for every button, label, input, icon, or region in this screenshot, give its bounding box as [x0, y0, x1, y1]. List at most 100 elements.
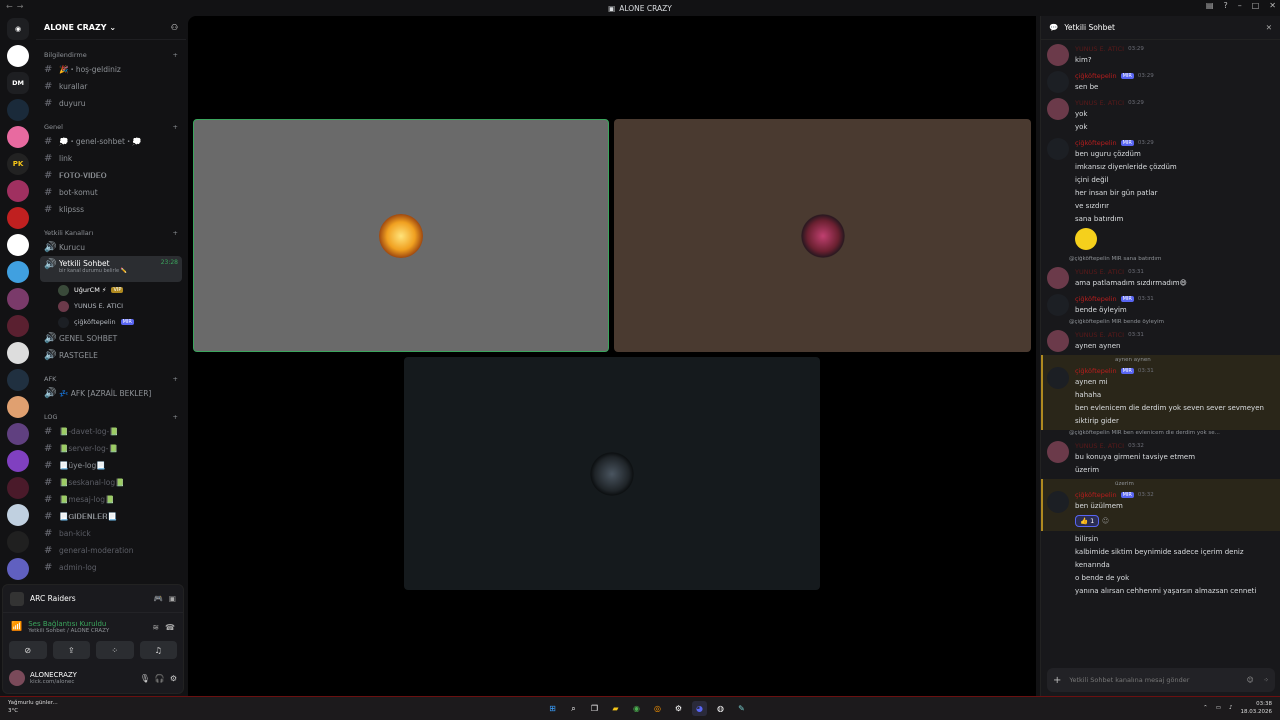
weather-widget[interactable]: Yağmurlu günler... 3°C: [8, 699, 58, 715]
server-icon-15[interactable]: [7, 450, 29, 472]
avatar[interactable]: [1047, 441, 1069, 463]
obs-icon[interactable]: ◍: [713, 701, 728, 716]
channel-item[interactable]: # klipsss: [36, 201, 186, 218]
voice-user[interactable]: UğurCM ⚡ VIP: [36, 282, 186, 298]
settings-gear-icon[interactable]: ⚙: [170, 674, 177, 683]
message-author[interactable]: çiğköftepelin: [1075, 367, 1117, 375]
microphone-icon[interactable]: 🎙: [140, 674, 150, 683]
avatar[interactable]: [1047, 367, 1069, 389]
dm-icon[interactable]: DM: [7, 72, 29, 94]
add-channel-icon[interactable]: +: [173, 123, 178, 131]
soundboard-button[interactable]: ♫: [139, 641, 177, 659]
camera-button[interactable]: ⊘: [9, 641, 47, 659]
channel-item[interactable]: # duyuru: [36, 95, 186, 112]
voice-channel-item[interactable]: 🔊 💤 AFK [AZRAİL BEKLER]: [36, 385, 186, 402]
message-author[interactable]: çiğköftepelin: [1075, 295, 1117, 303]
avatar[interactable]: [1047, 98, 1069, 120]
signal-icon[interactable]: 📶: [11, 622, 22, 632]
volume-icon[interactable]: ♪: [1229, 705, 1233, 711]
server-icon-9[interactable]: [7, 288, 29, 310]
server-icon-7[interactable]: [7, 234, 29, 256]
server-icon-12[interactable]: [7, 369, 29, 391]
chrome-icon[interactable]: ◉: [629, 701, 644, 716]
voice-user[interactable]: YUNUS E. ATICI: [36, 298, 186, 314]
server-icon-11[interactable]: [7, 342, 29, 364]
reply-preview[interactable]: üzerim: [1075, 481, 1275, 490]
add-channel-icon[interactable]: +: [173, 229, 178, 237]
category-header[interactable]: Bilgilendirme +: [36, 49, 186, 61]
avatar[interactable]: [1047, 267, 1069, 289]
gamepad-icon[interactable]: 🎮: [154, 594, 163, 603]
server-icon-6[interactable]: [7, 207, 29, 229]
screen-share-button[interactable]: ⇪: [52, 641, 90, 659]
voice-channel-path[interactable]: Yetkili Sohbet / ALONE CRAZY: [28, 628, 109, 634]
reply-preview[interactable]: aynen aynen: [1075, 357, 1275, 366]
add-attachment-icon[interactable]: +: [1053, 675, 1061, 686]
channel-item[interactable]: # 𝐅𝐎𝐓𝐎-𝐕𝐈𝐃𝐄𝐎: [36, 167, 186, 184]
disconnect-icon[interactable]: ☎: [165, 623, 175, 632]
apps-icon[interactable]: ⁘: [1264, 676, 1269, 684]
channel-item[interactable]: # 📃üye-log📃: [36, 457, 186, 474]
add-channel-icon[interactable]: +: [173, 51, 178, 59]
voice-tile[interactable]: [614, 119, 1031, 352]
clock[interactable]: 03:38 18.03.2026: [1241, 700, 1273, 716]
message-author[interactable]: YUNUS E. ATICI: [1075, 331, 1124, 339]
channel-item[interactable]: # admin-log: [36, 559, 186, 576]
voice-channel-item[interactable]: 🔊 GENEL SOHBET: [36, 330, 186, 347]
message-author[interactable]: YUNUS E. ATICI: [1075, 45, 1124, 53]
voice-user[interactable]: çiğköftepelin MIR: [36, 314, 186, 330]
channel-item[interactable]: # general-moderation: [36, 542, 186, 559]
category-header[interactable]: AFK +: [36, 373, 186, 385]
reply-preview[interactable]: @çiğköftepelin MIR ben evlenicem die der…: [1041, 430, 1280, 439]
voice-status[interactable]: Ses Bağlantısı Kuruldu: [28, 620, 109, 628]
server-icon-16[interactable]: [7, 477, 29, 499]
firefox-icon[interactable]: ◎: [650, 701, 665, 716]
app-icon[interactable]: ✎: [734, 701, 749, 716]
category-header[interactable]: Genel +: [36, 121, 186, 133]
username[interactable]: ALONECRAZY: [30, 671, 77, 679]
emoji-icon[interactable]: ☺: [1247, 676, 1254, 684]
inbox-icon[interactable]: ▤: [1206, 1, 1214, 10]
avatar[interactable]: [1047, 44, 1069, 66]
message-author[interactable]: YUNUS E. ATICI: [1075, 268, 1124, 276]
reply-preview[interactable]: @çiğköftepelin MIR sana batırdım: [1041, 256, 1280, 265]
voice-channel-active[interactable]: 🔊 Yetkili Sohbet bir kanal durumu belirl…: [40, 256, 182, 282]
category-header[interactable]: Yetkili Kanalları +: [36, 227, 186, 239]
avatar[interactable]: [1047, 491, 1069, 513]
message-author[interactable]: çiğköftepelin: [1075, 72, 1117, 80]
headphones-icon[interactable]: 🎧: [155, 674, 165, 683]
category-header[interactable]: LOG +: [36, 411, 186, 423]
steam-icon[interactable]: ⚙: [671, 701, 686, 716]
channel-item[interactable]: # 📗server-log-📗: [36, 440, 186, 457]
avatar[interactable]: [1047, 330, 1069, 352]
network-icon[interactable]: ▭: [1216, 705, 1221, 711]
avatar[interactable]: [9, 670, 25, 686]
avatar[interactable]: [1047, 294, 1069, 316]
channel-item[interactable]: # 🎉・hoş-geldiniz: [36, 61, 186, 78]
activity-status[interactable]: ARC Raiders 🎮 ▣: [3, 585, 183, 613]
voice-channel-item[interactable]: 🔊 RASTGELE: [36, 347, 186, 364]
server-icon-1[interactable]: [7, 45, 29, 67]
nav-arrows[interactable]: ←→: [6, 2, 27, 11]
message-input[interactable]: + Yetkili Sohbet kanalına mesaj gönder ☺…: [1047, 668, 1275, 692]
server-icon-18[interactable]: [7, 531, 29, 553]
server-icon-4[interactable]: PK: [7, 153, 29, 175]
avatar[interactable]: [1047, 71, 1069, 93]
activities-button[interactable]: ⁘: [96, 641, 134, 659]
server-header[interactable]: ALONE CRAZY ⌄ ⚇: [36, 16, 186, 40]
server-icon-2[interactable]: [7, 99, 29, 121]
screen-icon[interactable]: ▣: [169, 594, 176, 603]
discord-home-icon[interactable]: ◉: [7, 18, 29, 40]
server-icon-14[interactable]: [7, 423, 29, 445]
avatar[interactable]: [1047, 138, 1069, 160]
close-button[interactable]: ✕: [1269, 1, 1276, 10]
channel-item[interactable]: # 📃𝐆𝐈𝐃𝐄𝐍𝐋𝐄𝐑📃: [36, 508, 186, 525]
channel-item[interactable]: # 📗seskanal-log📗: [36, 474, 186, 491]
tray-chevron-icon[interactable]: ⌃: [1203, 705, 1208, 711]
server-icon-5[interactable]: [7, 180, 29, 202]
minimize-button[interactable]: –: [1238, 1, 1242, 10]
message-author[interactable]: YUNUS E. ATICI: [1075, 99, 1124, 107]
channel-item[interactable]: # kurallar: [36, 78, 186, 95]
voice-channel-item[interactable]: 🔊 Kurucu: [36, 239, 186, 256]
file-explorer-icon[interactable]: ▰: [608, 701, 623, 716]
